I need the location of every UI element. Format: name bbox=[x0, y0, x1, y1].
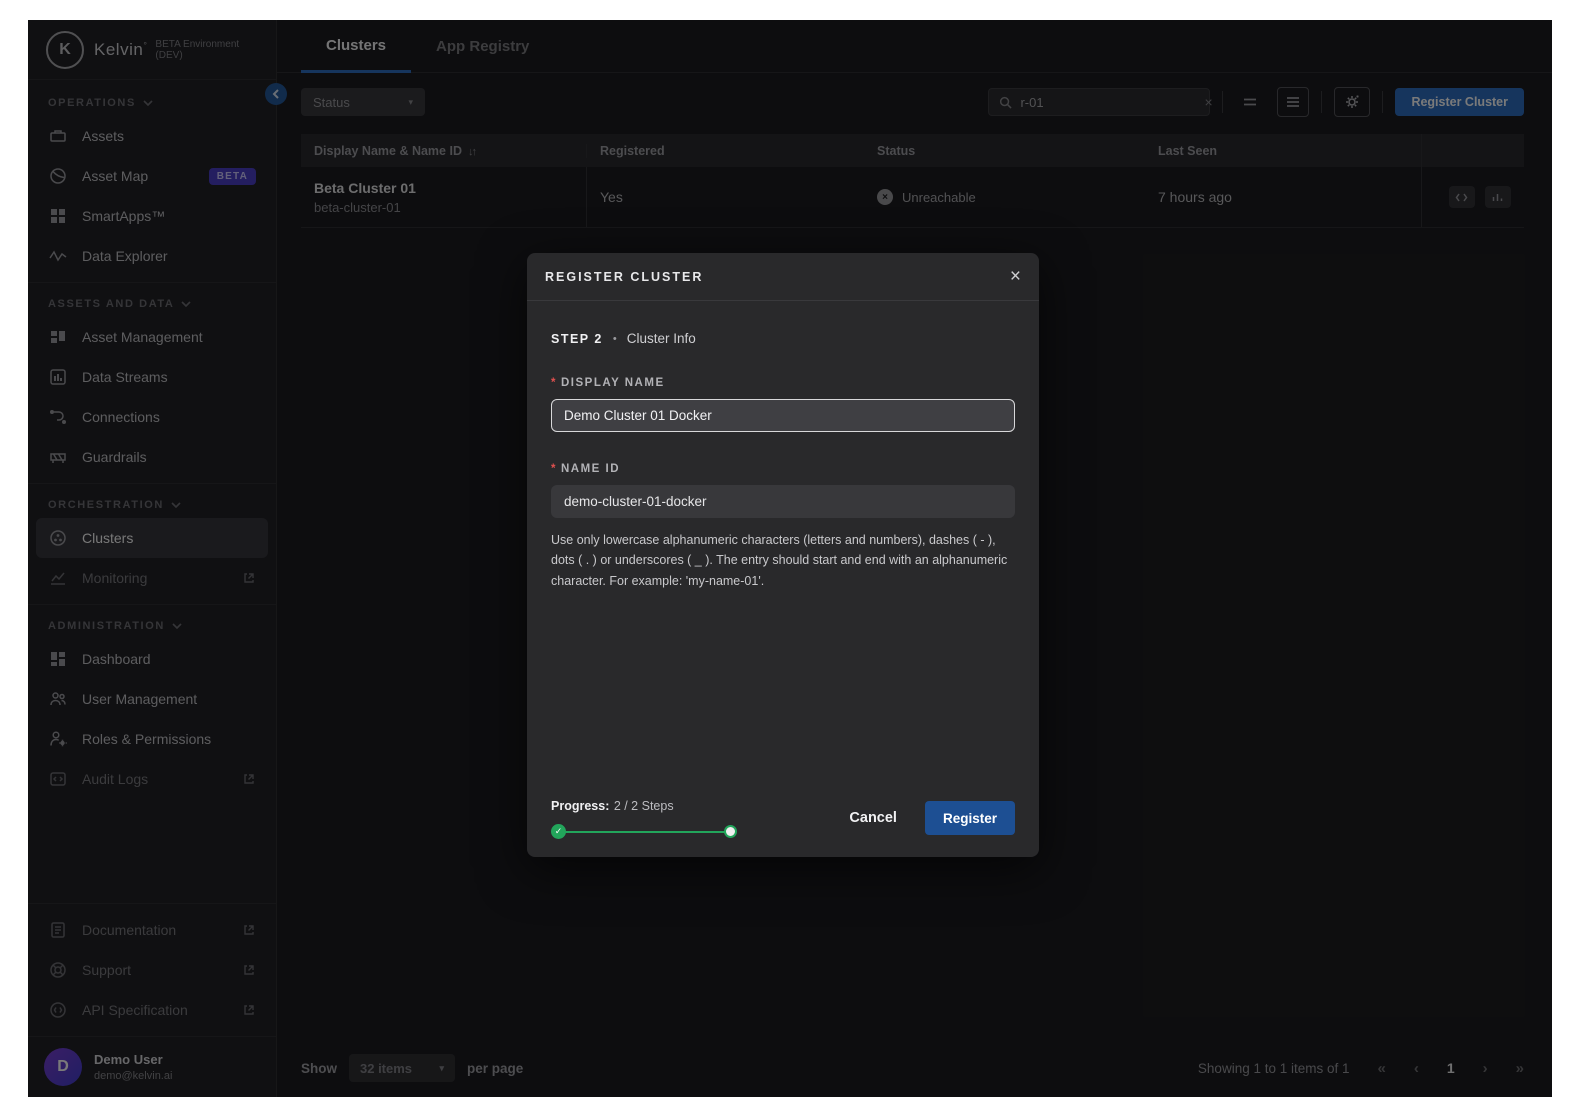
name-id-help-text: Use only lowercase alphanumeric characte… bbox=[551, 533, 1008, 588]
progress-indicator: Progress: 2 / 2 Steps ✓ bbox=[551, 797, 737, 839]
modal-title: REGISTER CLUSTER bbox=[545, 269, 704, 284]
progress-line bbox=[556, 830, 732, 833]
close-icon[interactable]: × bbox=[1010, 267, 1021, 286]
app-window: K Kelvin° BETA Environment (DEV) OPERATI… bbox=[28, 20, 1552, 1097]
bullet-separator: • bbox=[612, 332, 617, 345]
step-complete-icon: ✓ bbox=[551, 824, 566, 839]
modal-footer: Progress: 2 / 2 Steps ✓ Cancel Register bbox=[527, 797, 1039, 857]
step-current-icon bbox=[724, 825, 737, 838]
step-label: STEP 2 bbox=[551, 331, 603, 346]
register-button[interactable]: Register bbox=[924, 801, 1015, 835]
required-marker: * bbox=[551, 463, 557, 475]
cancel-button[interactable]: Cancel bbox=[849, 810, 897, 826]
required-marker: * bbox=[551, 377, 557, 389]
display-name-input[interactable] bbox=[551, 399, 1015, 432]
display-name-label: * DISPLAY NAME bbox=[551, 377, 665, 389]
progress-bar: ✓ bbox=[551, 824, 737, 839]
screenshot-stage: K Kelvin° BETA Environment (DEV) OPERATI… bbox=[0, 0, 1580, 1120]
name-id-input[interactable] bbox=[551, 485, 1015, 518]
modal-body: STEP 2 • Cluster Info *DISPLAY NAME *NAM… bbox=[527, 301, 1039, 797]
name-id-label: * NAME ID bbox=[551, 463, 621, 475]
register-cluster-modal: REGISTER CLUSTER × STEP 2 • Cluster Info… bbox=[527, 253, 1039, 857]
progress-value: 2 / 2 Steps bbox=[613, 799, 674, 813]
step-indicator: STEP 2 • Cluster Info bbox=[551, 331, 1015, 346]
step-name: Cluster Info bbox=[626, 331, 696, 346]
modal-header: REGISTER CLUSTER × bbox=[527, 253, 1039, 301]
progress-label: Progress: bbox=[551, 799, 610, 813]
